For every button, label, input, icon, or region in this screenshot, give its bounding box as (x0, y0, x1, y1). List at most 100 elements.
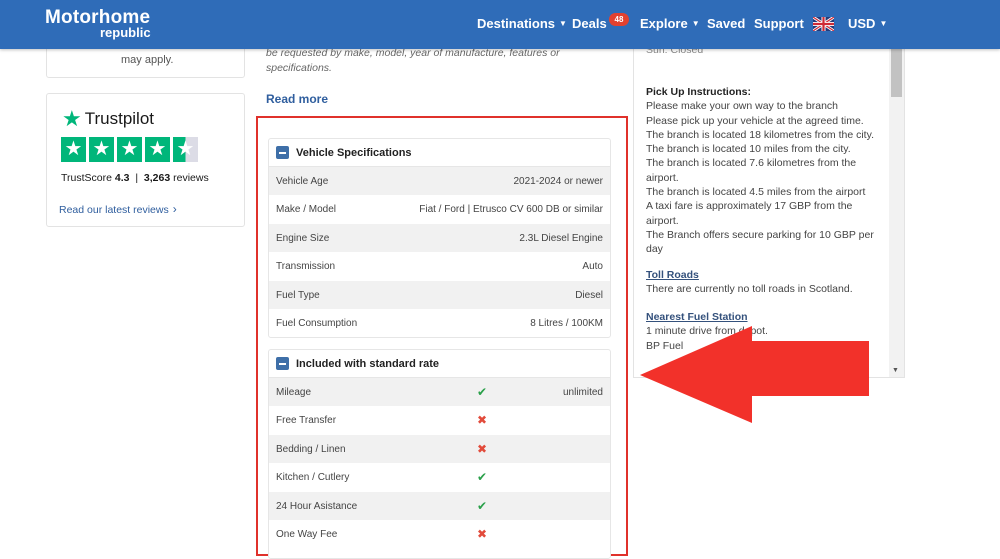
branch-info-scrollbar[interactable]: ▼ (889, 49, 904, 377)
cross-icon: ✖ (477, 441, 488, 456)
pickup-instruction-line: The branch is located 18 kilometres from… (646, 128, 874, 141)
spec-value: 8 Litres / 100KM (530, 317, 603, 329)
nav-support[interactable]: Support (754, 16, 804, 31)
trustpilot-brand: Trustpilot (84, 109, 155, 128)
uk-flag-icon[interactable] (813, 17, 834, 31)
check-icon: ✔ (477, 498, 488, 513)
nav-support-label: Support (754, 16, 804, 31)
nearest-fuel-station-link[interactable]: Nearest Fuel Station (646, 310, 876, 324)
included-label: Kitchen / Cutlery (276, 472, 350, 484)
spec-label: Make / Model (276, 204, 337, 216)
apply-note: may apply. (121, 54, 174, 66)
spec-row: Transmission Auto (269, 252, 610, 280)
spec-label: Fuel Consumption (276, 317, 358, 329)
star-icon: ★ (117, 137, 142, 162)
included-standard-rate-rows: Mileage ✔ unlimited Free Transfer ✖ Bedding /… (269, 378, 610, 548)
included-row: 24 Hour Asistance ✔ (269, 491, 610, 520)
trustscore-value: 4.3 (114, 172, 130, 184)
read-latest-reviews-label: Read our latest reviews (59, 204, 169, 216)
spec-row: Engine Size 2.3L Diesel Engine (269, 223, 610, 253)
reviews-label: reviews (173, 172, 209, 184)
spec-row: Make / Model Fiat / Ford | Etrusco CV 600… (269, 195, 610, 223)
star-icon: ★ (61, 137, 86, 162)
trustpilot-widget[interactable]: ★ Trustpilot ★ ★ ★ ★ ★ TrustScore 4.3 | … (46, 93, 245, 227)
collapse-icon[interactable] (276, 357, 289, 370)
included-standard-rate-title: Included with standard rate (296, 357, 440, 370)
nav-deals[interactable]: Deals (572, 16, 607, 31)
deals-count-badge: 48 (609, 13, 629, 26)
scrollbar-thumb[interactable] (891, 49, 902, 97)
trustscore-separator: | (135, 172, 139, 184)
description-text: be requested by make, model, year of man… (266, 47, 560, 74)
nav-destinations-label: Destinations (477, 16, 556, 31)
included-row: Free Transfer ✖ (269, 406, 610, 434)
nav-deals-label: Deals (572, 16, 607, 31)
nav-explore[interactable]: Explore ▼ (640, 16, 700, 31)
pickup-instruction-line: The branch is located 4.5 miles from the… (646, 186, 866, 199)
currency-selector[interactable]: USD ▼ (848, 16, 887, 31)
reviews-count: 3,263 (143, 172, 171, 184)
vehicle-specifications-panel: Vehicle Specifications Vehicle Age 2021-2… (268, 138, 611, 339)
star-icon: ★ (145, 137, 170, 162)
vehicle-specifications-title: Vehicle Specifications (296, 146, 412, 159)
trustscore: TrustScore 4.3 | 3,263 reviews (61, 172, 209, 184)
spec-value: Fiat / Ford | Etrusco CV 600 DB or simil… (419, 204, 603, 216)
red-pointer-arrow-icon (640, 326, 869, 423)
spec-row: Fuel Consumption 8 Litres / 100KM (269, 309, 610, 337)
read-latest-reviews-link[interactable]: Read our latest reviews › (59, 202, 177, 216)
scroll-down-arrow-icon[interactable]: ▼ (892, 367, 899, 374)
nav-saved[interactable]: Saved (707, 16, 745, 31)
included-row: Mileage ✔ unlimited (269, 378, 610, 407)
pickup-instruction-line: The Branch offers secure parking for 10 … (646, 228, 874, 256)
cross-icon: ✖ (477, 413, 488, 428)
nav-saved-label: Saved (707, 16, 746, 31)
pickup-instruction-line: Please make your own way to the branch (646, 100, 839, 113)
branch-info-content: Pick Up Instructions: Please make your o… (646, 85, 876, 353)
pickup-instruction-line: A taxi fare is approximately 17 GBP from… (646, 200, 853, 227)
included-row: Bedding / Linen ✖ (269, 434, 610, 464)
trustscore-label: TrustScore (61, 172, 112, 184)
check-icon: ✔ (477, 470, 488, 485)
pickup-instruction-line: The branch is located 7.6 kilometres fro… (646, 157, 857, 184)
included-label: Bedding / Linen (276, 443, 346, 455)
chevron-down-icon: ▼ (559, 19, 567, 28)
nav-destinations[interactable]: Destinations ▼ (477, 16, 567, 31)
included-row: Kitchen / Cutlery ✔ (269, 463, 610, 491)
cross-icon: ✖ (477, 526, 488, 541)
toll-roads-text: There are currently no toll roads in Sco… (646, 282, 853, 295)
pickup-instructions-title: Pick Up Instructions: (646, 86, 752, 98)
included-value: unlimited (562, 387, 603, 398)
currency-label: USD (848, 16, 876, 31)
motorhome-republic-logo[interactable]: Motorhome republic (45, 8, 151, 39)
branch-info-panel[interactable]: Sun: Closed Pick Up Instructions: Please… (633, 0, 905, 378)
included-label: Mileage (276, 387, 312, 398)
spec-label: Vehicle Age (276, 176, 329, 187)
toll-roads-link[interactable]: Toll Roads (646, 268, 876, 282)
vehicle-specifications-header[interactable]: Vehicle Specifications (269, 139, 610, 167)
spec-row: Vehicle Age 2021-2024 or newer (269, 167, 610, 196)
nav-explore-label: Explore (640, 16, 688, 31)
included-standard-rate-header[interactable]: Included with standard rate (269, 350, 610, 378)
pickup-instruction-line: Please pick up your vehicle at the agree… (646, 114, 864, 127)
collapse-icon[interactable] (276, 146, 289, 159)
chevron-right-icon: › (172, 202, 177, 216)
spec-label: Transmission (276, 261, 336, 273)
check-icon: ✔ (477, 385, 488, 399)
chevron-down-icon: ▼ (691, 19, 700, 28)
spec-label: Fuel Type (276, 289, 320, 301)
included-row: One Way Fee ✖ (269, 520, 610, 548)
read-more-link[interactable]: Read more (266, 92, 328, 106)
included-label: One Way Fee (276, 528, 338, 540)
trustpilot-logo: ★ Trustpilot (62, 108, 154, 130)
included-label: 24 Hour Asistance (276, 500, 358, 512)
spec-value: 2.3L Diesel Engine (519, 232, 603, 244)
trustpilot-rating-stars: ★ ★ ★ ★ ★ (61, 137, 198, 162)
spec-row: Fuel Type Diesel (269, 280, 610, 309)
top-navigation-bar: Motorhome republic Destinations ▼ Deals 4… (0, 0, 1000, 49)
included-label: Free Transfer (276, 415, 337, 427)
chevron-down-icon: ▼ (879, 19, 888, 28)
pickup-instructions-lines: Please make your own way to the branch Pl… (646, 99, 876, 256)
spec-value: 2021-2024 or newer (513, 176, 603, 187)
vehicle-specifications-rows: Vehicle Age 2021-2024 or newer Make / Mode… (269, 167, 610, 337)
trustpilot-star-icon: ★ (62, 106, 82, 131)
